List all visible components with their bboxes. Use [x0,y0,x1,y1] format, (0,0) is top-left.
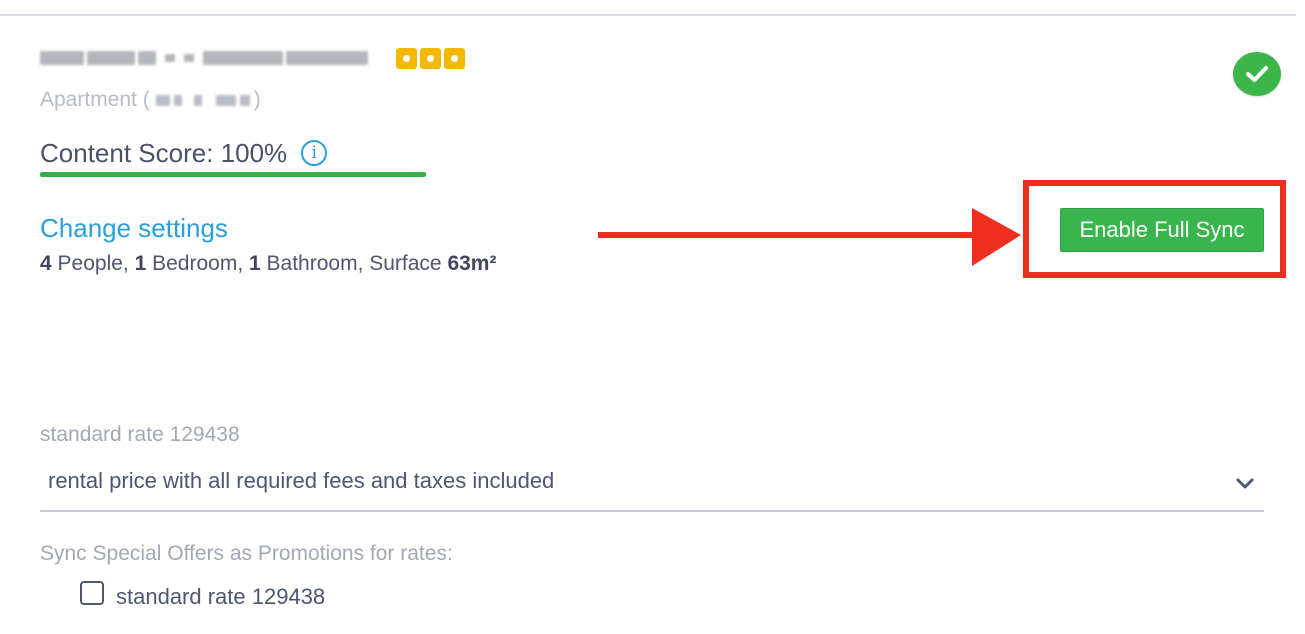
promotion-option-label: standard rate 129438 [116,584,326,609]
rate-label: standard rate 129438 [40,423,240,446]
listing-settings-panel: Apartment ( ) Content Score: 100% i Chan… [0,0,1305,634]
rate-select-value: rental price with all required fees and … [48,468,555,493]
red-arrow-annotation [598,208,1021,266]
chevron-down-icon [1236,478,1254,489]
enable-full-sync-button[interactable]: Enable Full Sync [1060,208,1264,252]
promotions-label: Sync Special Offers as Promotions for ra… [40,542,453,565]
promotion-option: standard rate 129438 [80,581,326,612]
rate-select[interactable]: rental price with all required fees and … [40,458,1264,512]
promotion-checkbox[interactable] [80,581,104,605]
